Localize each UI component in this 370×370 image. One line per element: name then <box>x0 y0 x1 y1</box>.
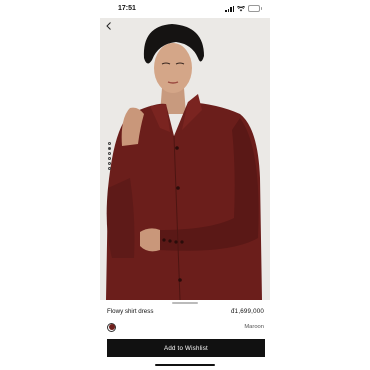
carousel-dot[interactable] <box>108 157 111 160</box>
carousel-dot[interactable] <box>108 167 111 170</box>
wifi-icon <box>237 5 245 11</box>
phone-screen: 17:51 Flowy shirt dress đ1,699,000 Maroo… <box>100 0 270 370</box>
carousel-dot[interactable] <box>108 162 111 165</box>
color-swatch-fill <box>108 324 115 330</box>
battery-icon <box>248 5 262 12</box>
status-icons <box>225 5 262 12</box>
sheet-handle[interactable] <box>172 302 198 304</box>
selected-color-name: Maroon <box>244 324 264 330</box>
back-icon[interactable] <box>104 21 114 31</box>
color-selector: Maroon <box>107 322 264 332</box>
product-name: Flowy shirt dress <box>107 308 154 315</box>
carousel-dot[interactable] <box>108 152 111 155</box>
carousel-dot[interactable] <box>108 142 111 145</box>
product-info: Flowy shirt dress đ1,699,000 <box>107 308 264 318</box>
carousel-dot[interactable] <box>108 147 111 150</box>
carousel-indicator[interactable] <box>108 142 111 170</box>
status-time: 17:51 <box>118 5 136 12</box>
status-bar: 17:51 <box>100 0 270 18</box>
signal-icon <box>225 5 234 12</box>
product-price: đ1,699,000 <box>231 308 264 315</box>
add-to-wishlist-button[interactable]: Add to Wishlist <box>107 339 265 357</box>
model-photo <box>100 18 270 300</box>
product-image[interactable] <box>100 18 270 300</box>
home-indicator <box>155 364 215 366</box>
color-swatch[interactable] <box>107 322 116 332</box>
